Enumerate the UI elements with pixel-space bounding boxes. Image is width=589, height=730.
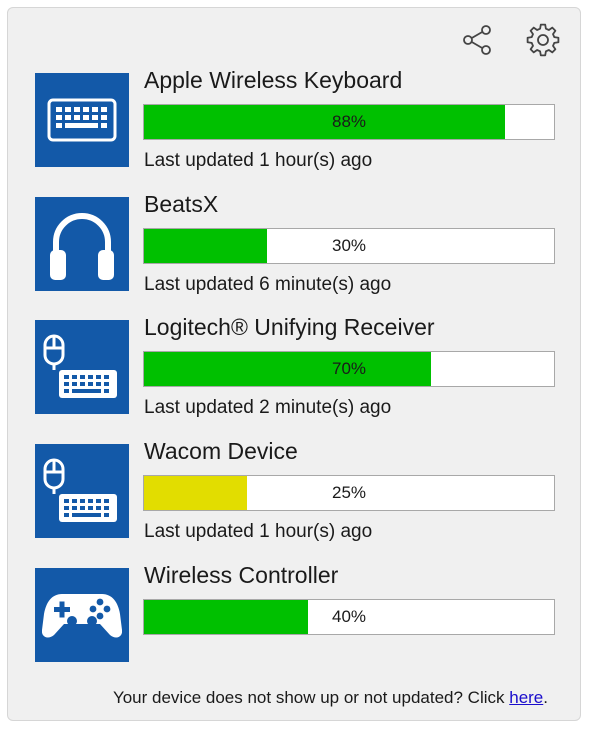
share-button[interactable] bbox=[460, 22, 496, 58]
device-icon-tile bbox=[35, 197, 129, 291]
battery-bar: 30% bbox=[143, 228, 555, 264]
device-icon-tile bbox=[35, 568, 129, 662]
device-icon-tile bbox=[35, 320, 129, 414]
footer-text: Your device does not show up or not upda… bbox=[112, 688, 510, 707]
device-name: Wacom Device bbox=[144, 438, 298, 464]
footer-suffix: . bbox=[543, 688, 548, 707]
device-row: BeatsX 30% Last updated 6 minute(s) ago bbox=[8, 191, 582, 307]
device-icon-tile bbox=[35, 73, 129, 167]
battery-bar: 88% bbox=[143, 104, 555, 140]
device-row: Logitech® Unifying Receiver 70% Last upd… bbox=[8, 314, 582, 430]
last-updated-text: Last updated 1 hour(s) ago bbox=[144, 150, 373, 171]
battery-percent: 88% bbox=[331, 112, 367, 131]
device-icon-tile bbox=[35, 444, 129, 538]
last-updated-text: Last updated 1 hour(s) ago bbox=[144, 521, 373, 542]
battery-percent: 25% bbox=[331, 483, 367, 502]
last-updated-text: Last updated 2 minute(s) ago bbox=[144, 397, 392, 418]
footer-message: Your device does not show up or not upda… bbox=[8, 687, 548, 709]
battery-bar: 70% bbox=[143, 351, 555, 387]
share-icon bbox=[463, 25, 491, 55]
battery-percent: 30% bbox=[331, 236, 367, 255]
keyboard-icon bbox=[47, 98, 117, 142]
gear-icon bbox=[526, 23, 560, 57]
device-name: BeatsX bbox=[144, 191, 219, 217]
here-link[interactable]: here bbox=[509, 688, 543, 707]
gamepad-icon bbox=[42, 594, 122, 638]
battery-bar: 40% bbox=[143, 599, 555, 635]
settings-button[interactable] bbox=[525, 22, 561, 58]
battery-bar: 25% bbox=[143, 475, 555, 511]
last-updated-text: Last updated 6 minute(s) ago bbox=[144, 274, 392, 295]
device-row: Apple Wireless Keyboard 88% Last updated… bbox=[8, 67, 582, 183]
device-name: Logitech® Unifying Receiver bbox=[144, 314, 435, 340]
headphones-icon bbox=[50, 213, 114, 280]
device-row: Wireless Controller 40% bbox=[8, 562, 582, 678]
battery-percent: 70% bbox=[331, 359, 367, 378]
battery-panel: Apple Wireless Keyboard 88% Last updated… bbox=[7, 7, 581, 721]
device-row: Wacom Device 25% Last updated 1 hour(s) … bbox=[8, 438, 582, 554]
device-name: Wireless Controller bbox=[144, 562, 339, 588]
device-name: Apple Wireless Keyboard bbox=[144, 67, 403, 93]
mouse-keyboard-icon bbox=[43, 458, 117, 522]
battery-percent: 40% bbox=[331, 607, 367, 626]
mouse-keyboard-icon bbox=[43, 334, 117, 398]
